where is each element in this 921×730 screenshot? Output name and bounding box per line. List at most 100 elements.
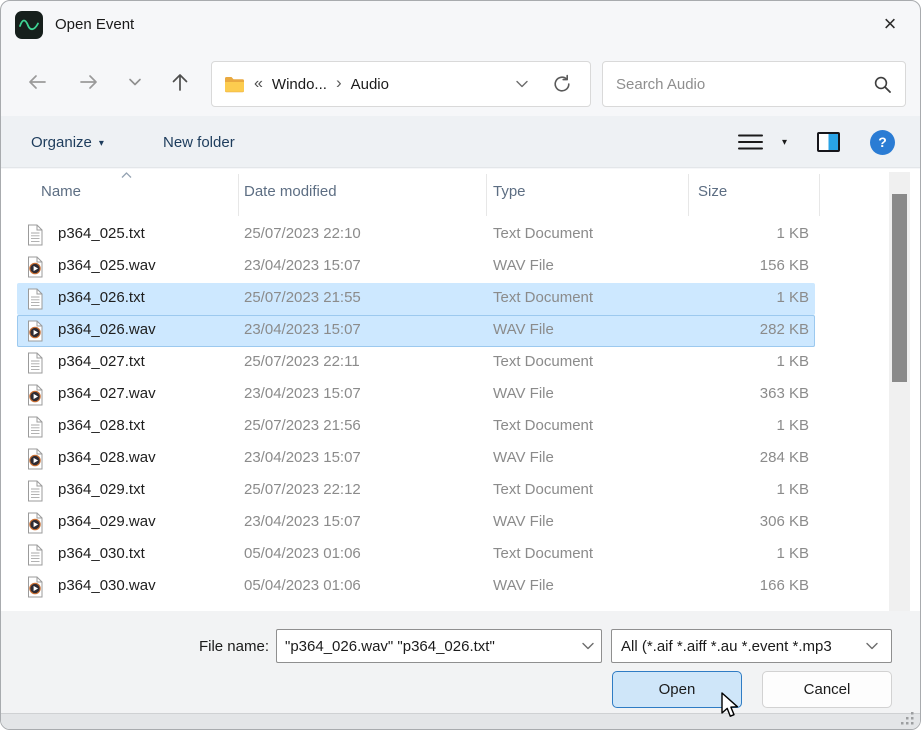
forward-button[interactable] [71, 64, 107, 100]
file-row[interactable]: p364_027.txt 25/07/2023 22:11 Text Docum… [1, 347, 887, 379]
file-row[interactable]: p364_029.txt 25/07/2023 22:12 Text Docum… [1, 475, 887, 507]
search-icon[interactable] [873, 75, 892, 94]
file-type-icon [26, 544, 44, 570]
file-row[interactable]: p364_027.wav 23/04/2023 15:07 WAV File 3… [1, 379, 887, 411]
back-button[interactable] [19, 64, 55, 100]
resize-grip[interactable] [901, 712, 915, 726]
close-button[interactable]: × [872, 8, 908, 40]
view-caret-icon[interactable]: ▾ [782, 116, 787, 168]
scrollbar-thumb[interactable] [892, 194, 907, 382]
file-row[interactable]: p364_025.txt 25/07/2023 22:10 Text Docum… [1, 219, 887, 251]
file-name[interactable]: p364_026.wav [58, 321, 156, 338]
wav-file-icon [26, 320, 44, 342]
file-row[interactable]: p364_029.wav 23/04/2023 15:07 WAV File 3… [1, 507, 887, 539]
text-file-icon [26, 288, 44, 310]
file-name[interactable]: p364_025.txt [58, 225, 145, 242]
column-header-size[interactable]: Size [698, 183, 727, 200]
file-name[interactable]: p364_028.wav [58, 449, 156, 466]
up-arrow-icon [169, 71, 191, 93]
preview-pane-button[interactable] [817, 116, 840, 168]
file-type: WAV File [493, 449, 554, 466]
folder-icon [224, 76, 245, 93]
file-size: 1 KB [661, 225, 809, 242]
file-type-icon [26, 416, 44, 442]
file-type-icon [26, 576, 44, 602]
search-placeholder: Search Audio [616, 76, 705, 93]
file-size: 306 KB [661, 513, 809, 530]
file-row[interactable]: p364_025.wav 23/04/2023 15:07 WAV File 1… [1, 251, 887, 283]
text-file-icon [26, 352, 44, 374]
file-name[interactable]: p364_029.wav [58, 513, 156, 530]
column-divider[interactable] [238, 174, 239, 216]
sort-ascending-icon [120, 171, 133, 180]
app-icon [15, 11, 43, 39]
change-view-button[interactable] [737, 116, 764, 168]
column-header-date[interactable]: Date modified [244, 183, 337, 200]
search-box[interactable]: Search Audio [602, 61, 906, 107]
organize-button[interactable]: Organize ▾ [31, 116, 104, 168]
file-type: WAV File [493, 513, 554, 530]
file-name[interactable]: p364_028.txt [58, 417, 145, 434]
column-divider[interactable] [486, 174, 487, 216]
file-type-icon [26, 320, 44, 346]
file-type-select[interactable]: All (*.aif *.aiff *.au *.event *.mp3 [611, 629, 892, 663]
file-type: Text Document [493, 289, 593, 306]
wav-file-icon [26, 256, 44, 278]
file-type: Text Document [493, 417, 593, 434]
column-header-name[interactable]: Name [41, 183, 81, 200]
file-row[interactable]: p364_026.txt 25/07/2023 21:55 Text Docum… [1, 283, 887, 315]
file-name[interactable]: p364_027.txt [58, 353, 145, 370]
file-date-modified: 23/04/2023 15:07 [244, 513, 361, 530]
breadcrumb-overflow[interactable]: « [254, 75, 263, 93]
back-arrow-icon [26, 71, 48, 93]
recent-locations-button[interactable] [117, 64, 153, 100]
file-row[interactable]: p364_026.wav 23/04/2023 15:07 WAV File 2… [1, 315, 887, 347]
file-row[interactable]: p364_030.wav 05/04/2023 01:06 WAV File 1… [1, 571, 887, 603]
file-name[interactable]: p364_027.wav [58, 385, 156, 402]
file-name[interactable]: p364_029.txt [58, 481, 145, 498]
file-row[interactable]: p364_028.wav 23/04/2023 15:07 WAV File 2… [1, 443, 887, 475]
file-name[interactable]: p364_030.wav [58, 577, 156, 594]
file-date-modified: 05/04/2023 01:06 [244, 545, 361, 562]
file-type: Text Document [493, 481, 593, 498]
file-type-icon [26, 288, 44, 314]
file-type-icon [26, 384, 44, 410]
file-type-icon [26, 224, 44, 250]
open-button[interactable]: Open [612, 671, 742, 708]
file-name[interactable]: p364_030.txt [58, 545, 145, 562]
address-bar[interactable]: « Windo... › Audio [211, 61, 591, 107]
file-size: 1 KB [661, 417, 809, 434]
file-row[interactable]: p364_030.txt 05/04/2023 01:06 Text Docum… [1, 539, 887, 571]
file-name[interactable]: p364_025.wav [58, 257, 156, 274]
address-dropdown-icon[interactable] [515, 79, 529, 89]
file-row[interactable]: p364_028.txt 25/07/2023 21:56 Text Docum… [1, 411, 887, 443]
forward-arrow-icon [78, 71, 100, 93]
breadcrumb-current-folder[interactable]: Audio [351, 76, 389, 93]
wav-file-icon [26, 576, 44, 598]
breadcrumb-separator: › [336, 73, 342, 93]
column-divider[interactable] [688, 174, 689, 216]
text-file-icon [26, 224, 44, 246]
column-header-row: Name Date modified Type Size [1, 169, 887, 219]
new-folder-button[interactable]: New folder [163, 116, 235, 168]
file-name-input[interactable] [277, 638, 581, 655]
scrollbar-track[interactable] [889, 172, 910, 611]
file-name[interactable]: p364_026.txt [58, 289, 145, 306]
file-list-area: Name Date modified Type Size p364_025.tx… [1, 169, 920, 611]
file-size: 1 KB [661, 481, 809, 498]
file-type: Text Document [493, 353, 593, 370]
cancel-button[interactable]: Cancel [762, 671, 892, 708]
file-name-dropdown-icon[interactable] [581, 641, 595, 651]
dialog-title: Open Event [55, 16, 134, 33]
file-date-modified: 23/04/2023 15:07 [244, 449, 361, 466]
help-button[interactable]: ? [870, 116, 895, 168]
column-header-type[interactable]: Type [493, 183, 526, 200]
open-event-dialog: Open Event × [0, 0, 921, 730]
up-button[interactable] [162, 64, 198, 100]
refresh-icon[interactable] [552, 74, 572, 94]
column-divider[interactable] [819, 174, 820, 216]
breadcrumb-parent-folder[interactable]: Windo... [272, 76, 327, 93]
file-size: 363 KB [661, 385, 809, 402]
preview-pane-icon [817, 132, 840, 152]
file-type-icon [26, 480, 44, 506]
